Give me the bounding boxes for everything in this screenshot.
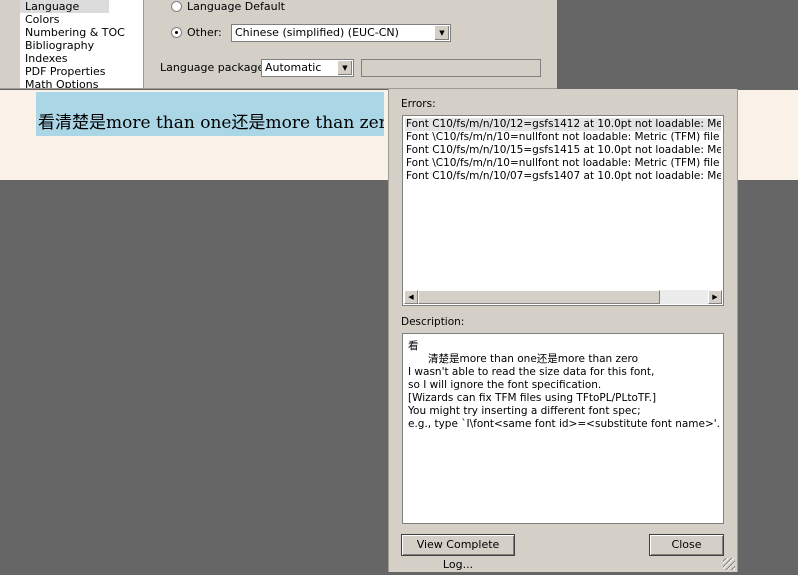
scrollbar-thumb[interactable] xyxy=(418,290,660,304)
category-pdf-properties[interactable]: PDF Properties xyxy=(20,65,143,78)
other-language-select[interactable]: Chinese (simplified) (EUC-CN) ▼ xyxy=(231,24,451,42)
horizontal-scrollbar[interactable]: ◀ ▶ xyxy=(404,290,722,304)
error-row[interactable]: Font C10/fs/m/n/10/15=gsfs1415 at 10.0pt… xyxy=(405,144,721,157)
scroll-left-icon[interactable]: ◀ xyxy=(404,290,418,304)
error-row[interactable]: Font \C10/fs/m/n/10=nullfont not loadabl… xyxy=(405,131,721,144)
error-row[interactable]: Font C10/fs/m/n/10/07=gsfs1407 at 10.0pt… xyxy=(405,170,721,183)
category-language[interactable]: Language xyxy=(20,0,109,13)
document-text-line[interactable]: 看清楚是more than one还是more than zero xyxy=(36,92,384,136)
description-label: Description: xyxy=(401,316,465,328)
errors-label: Errors: xyxy=(401,98,436,110)
language-default-radio[interactable] xyxy=(171,1,182,12)
other-language-radio[interactable] xyxy=(171,27,182,38)
settings-category-list[interactable]: Language Colors Numbering & TOC Bibliogr… xyxy=(20,0,144,88)
description-line: so I will ignore the font specification. xyxy=(408,379,602,391)
document-settings-panel: Language Colors Numbering & TOC Bibliogr… xyxy=(0,0,557,89)
error-row[interactable]: Font C10/fs/m/n/10/12=gsfs1412 at 10.0pt… xyxy=(405,118,721,131)
description-line: e.g., type `I\font<same font id>=<substi… xyxy=(408,418,720,430)
other-language-value: Chinese (simplified) (EUC-CN) xyxy=(235,26,399,39)
errors-list-box[interactable]: Font C10/fs/m/n/10/12=gsfs1412 at 10.0pt… xyxy=(402,115,724,306)
close-button[interactable]: Close xyxy=(649,534,724,556)
view-complete-log-button[interactable]: View Complete Log... xyxy=(401,534,515,571)
category-numbering-toc[interactable]: Numbering & TOC xyxy=(20,26,143,39)
language-package-custom-field xyxy=(361,59,541,77)
category-colors[interactable]: Colors xyxy=(20,13,143,26)
chevron-down-icon[interactable]: ▼ xyxy=(337,61,352,75)
other-language-label: Other: xyxy=(187,26,222,39)
resize-grip-icon[interactable] xyxy=(723,558,735,570)
chevron-down-icon[interactable]: ▼ xyxy=(434,26,449,40)
description-line: I wasn't able to read the size data for … xyxy=(408,366,655,378)
language-package-value: Automatic xyxy=(265,61,322,74)
latex-errors-dialog: Errors: Font C10/fs/m/n/10/12=gsfs1412 a… xyxy=(388,89,738,572)
description-line: [Wizards can fix TFM files using TFtoPL/… xyxy=(408,392,657,404)
description-line: 看 xyxy=(408,340,419,352)
description-box[interactable]: 看 清楚是more than one还是more than zero I was… xyxy=(402,333,724,524)
category-indexes[interactable]: Indexes xyxy=(20,52,143,65)
scroll-right-icon[interactable]: ▶ xyxy=(708,290,722,304)
language-default-label: Language Default xyxy=(187,0,285,13)
description-line: 清楚是more than one还是more than zero xyxy=(408,353,639,365)
category-math-options[interactable]: Math Options xyxy=(20,78,143,88)
language-package-label: Language package: xyxy=(160,61,268,74)
error-row[interactable]: Font \C10/fs/m/n/10=nullfont not loadabl… xyxy=(405,157,721,170)
description-line: You might try inserting a different font… xyxy=(408,405,641,417)
category-bibliography[interactable]: Bibliography xyxy=(20,39,143,52)
language-package-select[interactable]: Automatic ▼ xyxy=(261,59,354,77)
